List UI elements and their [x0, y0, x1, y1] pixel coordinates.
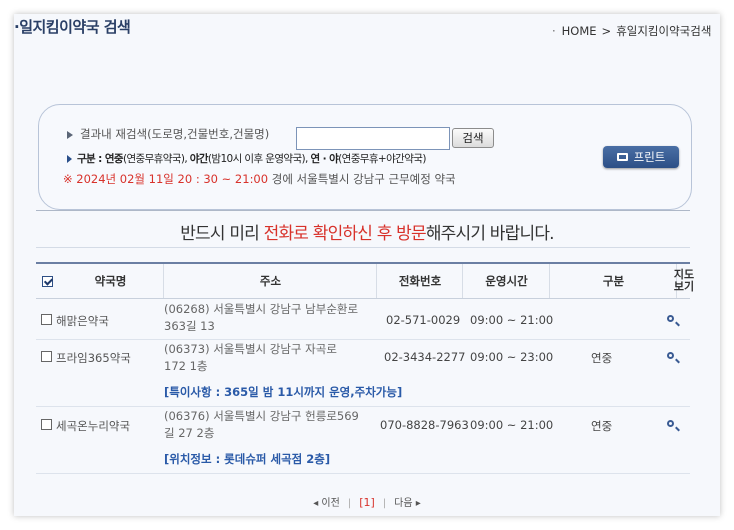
table-row: 해맑은약국 (06268) 서울특별시 강남구 남부순환로 363길 13 02-… — [36, 298, 690, 340]
visit-notice: 반드시 미리 전화로 확인하신 후 방문해주시기 바랍니다. — [14, 219, 720, 244]
date-suffix: 경에 서울특별시 강남구 근무예정 약국 — [271, 172, 456, 186]
header-select-all — [36, 264, 58, 298]
table-row: 프라임365약국 (06373) 서울특별시 강남구 자곡로 172 1층 02-… — [36, 340, 690, 407]
legend-both-desc: (연중무휴+야간약국) — [338, 153, 426, 165]
pharmacy-address: (06373) 서울특별시 강남구 자곡로 172 1층 — [164, 342, 337, 373]
legend-row: 구분 : 연중(연중무휴약국), 야간(밤10시 이후 운영약국), 연 · 야… — [67, 151, 426, 166]
prev-page-link[interactable]: ◂ 이전 — [313, 498, 340, 509]
legend-yagan: 야간 — [189, 153, 209, 165]
legend-prefix: 구분 : — [77, 153, 105, 165]
search-panel: 결과내 재검색(도로명,건물번호,건물명) 검색 구분 : 연중(연중무휴약국)… — [38, 104, 692, 210]
date-text: ※ 2024년 02월 11일 20 : 30 ~ 21:00 — [63, 172, 269, 186]
header-name: 약국명 — [94, 274, 127, 288]
bullet-icon: · — [552, 24, 556, 38]
pharmacy-note: [위치정보 : 롯데슈퍼 세곡점 2층] — [164, 452, 331, 466]
pharmacy-type: 연중 — [591, 419, 613, 433]
map-search-icon[interactable] — [667, 352, 674, 359]
header-address: 주소 — [163, 264, 377, 298]
pharmacy-hours: 09:00 ~ 21:00 — [470, 418, 554, 432]
triangle-bullet-icon — [67, 155, 72, 163]
date-row: ※ 2024년 02월 11일 20 : 30 ~ 21:00 경에 서울특별시… — [63, 171, 456, 187]
divider — [36, 247, 690, 248]
pager-divider: | — [382, 498, 387, 509]
pharmacy-name: 해맑은약국 — [56, 314, 109, 328]
header-type: 구분 — [549, 264, 677, 298]
row-checkbox[interactable] — [41, 351, 52, 362]
main-frame: ·일지킴이약국 검색 · HOME > 휴일지킴이약국검색 결과내 재검색(도로명,건… — [14, 14, 720, 516]
next-page-link[interactable]: 다음 ▸ — [394, 498, 421, 509]
top-bar: ·일지킴이약국 검색 · HOME > 휴일지킴이약국검색 — [14, 14, 720, 50]
research-label-row: 결과내 재검색(도로명,건물번호,건물명) — [67, 126, 269, 142]
notice-highlight: 전화로 확인하신 후 방문 — [263, 224, 427, 244]
pharmacy-address: (06376) 서울특별시 강남구 헌릉로569 길 27 2층 — [164, 409, 359, 440]
page-title: ·일지킴이약국 검색 — [14, 18, 131, 36]
map-search-icon[interactable] — [667, 315, 674, 322]
row-checkbox[interactable] — [41, 314, 52, 325]
pharmacy-phone: 070-8828-7963 — [380, 418, 469, 432]
triangle-bullet-icon — [67, 130, 73, 139]
map-search-icon[interactable] — [667, 420, 674, 427]
header-map: 지도 보기 — [674, 264, 694, 298]
pharmacy-phone: 02-571-0029 — [386, 313, 461, 327]
row-checkbox[interactable] — [41, 419, 52, 430]
research-label: 결과내 재검색(도로명,건물번호,건물명) — [80, 127, 270, 141]
legend-yeonjung: 연중 — [104, 153, 124, 165]
header-phone: 전화번호 — [376, 264, 463, 298]
research-input[interactable] — [296, 127, 450, 150]
current-page[interactable]: [1] — [359, 496, 375, 509]
pharmacy-address: (06268) 서울특별시 강남구 남부순환로 363길 13 — [164, 302, 359, 333]
notice-post: 해주시기 바랍니다. — [425, 224, 555, 244]
pharmacy-name: 세곡온누리약국 — [56, 419, 131, 433]
legend-both: 연 · 야 — [310, 153, 339, 165]
notice-pre: 반드시 미리 — [180, 224, 264, 244]
pharmacy-hours: 09:00 ~ 21:00 — [470, 313, 554, 327]
breadcrumb-home[interactable]: HOME — [562, 24, 597, 38]
print-button[interactable]: 프린트 — [603, 146, 679, 168]
header-hours: 운영시간 — [462, 264, 550, 298]
breadcrumb-separator: > — [601, 24, 612, 38]
pharmacy-type: 연중 — [591, 351, 613, 365]
table-row: 세곡온누리약국 (06376) 서울특별시 강남구 헌릉로569 길 27 2층 … — [36, 407, 690, 474]
pager-divider: | — [347, 498, 352, 509]
select-all-checkbox[interactable] — [41, 275, 53, 287]
print-label: 프린트 — [633, 150, 666, 164]
breadcrumb: · HOME > 휴일지킴이약국검색 — [552, 23, 711, 39]
divider — [36, 210, 690, 211]
search-button[interactable]: 검색 — [452, 128, 494, 148]
breadcrumb-current: 휴일지킴이약국검색 — [616, 24, 712, 38]
printer-icon — [616, 152, 628, 161]
pharmacy-phone: 02-3434-2277 — [384, 350, 466, 364]
pharmacy-note: [특이사항 : 365일 밤 11시까지 운영,주차가능] — [164, 385, 403, 399]
table-header: 약국명 주소 전화번호 운영시간 구분 지도 보기 — [36, 262, 694, 299]
pharmacy-name: 프라임365약국 — [56, 351, 131, 365]
pharmacy-hours: 09:00 ~ 23:00 — [470, 350, 554, 364]
legend-yeonjung-desc: (연중무휴약국), — [122, 153, 190, 165]
pagination: ◂ 이전 | [1] | 다음 ▸ — [14, 494, 720, 509]
legend-yagan-desc: (밤10시 이후 운영약국), — [207, 153, 311, 165]
